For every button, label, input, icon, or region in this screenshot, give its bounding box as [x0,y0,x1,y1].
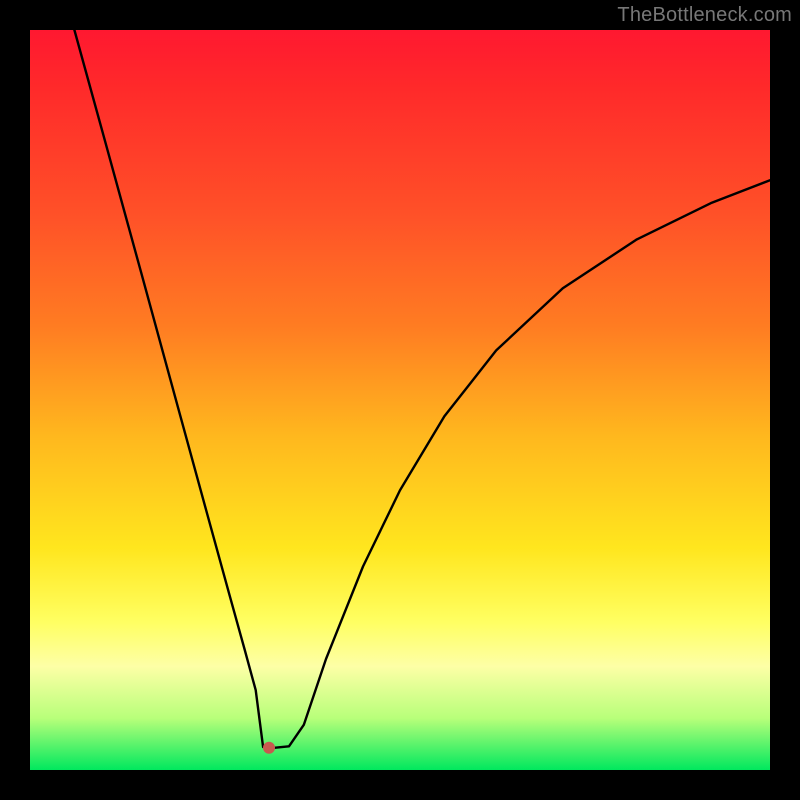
bottleneck-curve [74,30,770,748]
min-marker [263,742,275,754]
chart-frame: TheBottleneck.com [0,0,800,800]
chart-svg [30,30,770,770]
plot-area [30,30,770,770]
watermark-text: TheBottleneck.com [617,4,792,27]
